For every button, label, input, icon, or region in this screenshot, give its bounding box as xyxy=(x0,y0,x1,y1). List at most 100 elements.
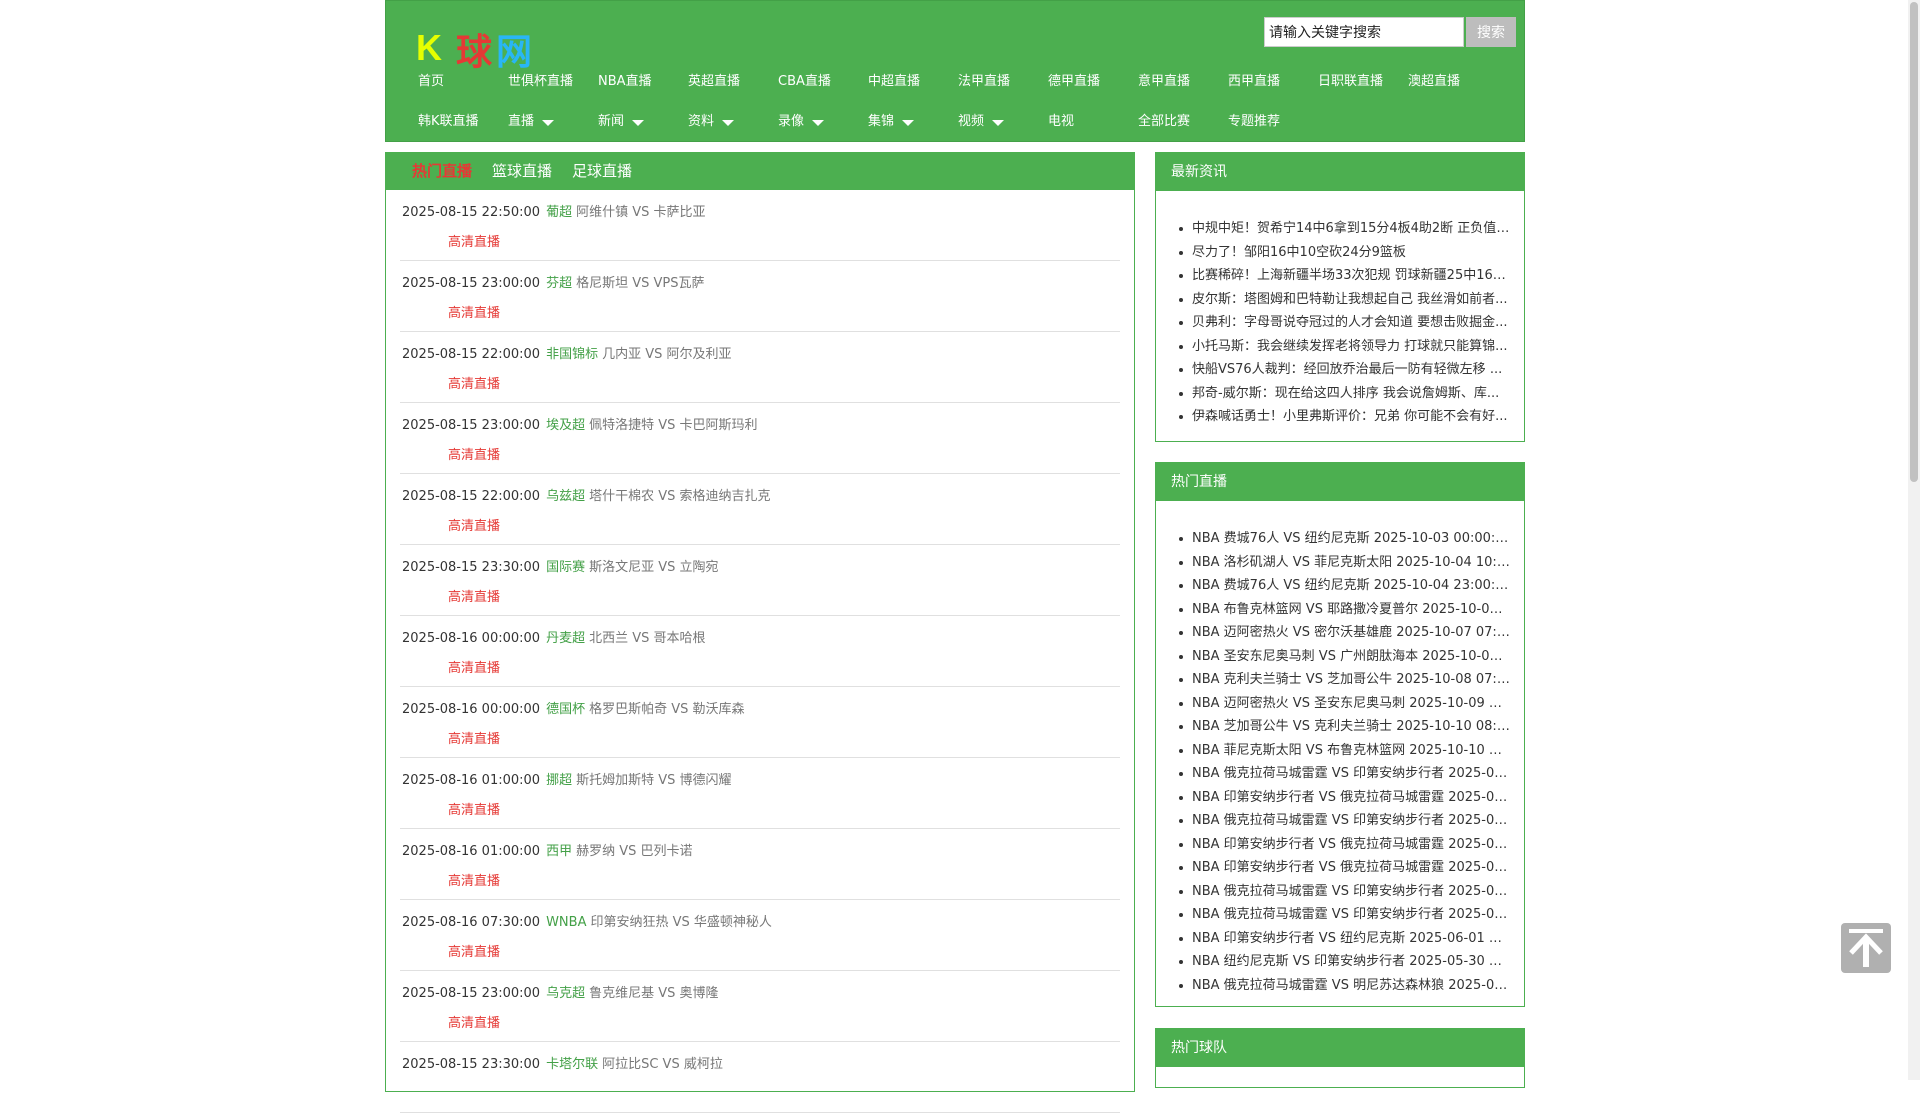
hot-live-item[interactable]: NBA 俄克拉荷马城雷霆 VS 明尼苏达森林狼 2025-05-... xyxy=(1176,974,1510,998)
hot-live-item[interactable]: NBA 芝加哥公牛 VS 克利夫兰骑士 2025-10-10 08:00... xyxy=(1176,715,1510,739)
hot-live-item[interactable]: NBA 费城76人 VS 纽约尼克斯 2025-10-03 00:00:00 xyxy=(1176,527,1510,551)
nav-data-dropdown[interactable]: 资料 xyxy=(688,111,735,133)
tab-hot-live[interactable]: 热门直播 xyxy=(412,162,472,180)
hd-live-link[interactable]: 高清直播 xyxy=(448,373,500,392)
hot-live-item[interactable]: NBA 克利夫兰骑士 VS 芝加哥公牛 2025-10-08 07:00... xyxy=(1176,668,1510,692)
match-league[interactable]: 芬超 xyxy=(546,276,572,291)
nav-club-world-cup[interactable]: 世俱杯直播 xyxy=(508,71,573,93)
hot-live-item[interactable]: NBA 印第安纳步行者 VS 俄克拉荷马城雷霆 2025-06-... xyxy=(1176,856,1510,880)
news-item[interactable]: 小托马斯：我会继续发挥老将领导力 打球就只能算锦... xyxy=(1176,335,1510,359)
nav-serie-a[interactable]: 意甲直播 xyxy=(1138,71,1190,93)
nav-j-league[interactable]: 日职联直播 xyxy=(1318,71,1383,93)
match-info: 2025-08-15 22:50:00 葡超 阿维什镇 VS 卡萨比亚 xyxy=(402,201,706,220)
hot-live-item[interactable]: NBA 印第安纳步行者 VS 俄克拉荷马城雷霆 2025-06-... xyxy=(1176,833,1510,857)
match-row: 2025-08-15 23:00:00 乌克超 鲁克维尼基 VS 奥博隆 高清直播 xyxy=(400,971,1120,1042)
match-league[interactable]: WNBA xyxy=(546,915,586,930)
nav-bundesliga[interactable]: 德甲直播 xyxy=(1048,71,1100,93)
nav-a-league[interactable]: 澳超直播 xyxy=(1408,71,1460,93)
nav-replay-dropdown[interactable]: 录像 xyxy=(778,111,825,133)
hot-live-item[interactable]: NBA 菲尼克斯太阳 VS 布鲁克林篮网 2025-10-10 20:... xyxy=(1176,739,1510,763)
hot-live-item[interactable]: NBA 迈阿密热火 VS 密尔沃基雄鹿 2025-10-07 07:30... xyxy=(1176,621,1510,645)
news-item[interactable]: 快船VS76人裁判：经回放乔治最后一防有轻微左移 ... xyxy=(1176,358,1510,382)
hd-live-link[interactable]: 高清直播 xyxy=(448,870,500,889)
search-button[interactable]: 搜索 xyxy=(1466,17,1516,47)
page-scrollbar[interactable] xyxy=(1908,0,1920,1080)
match-league[interactable]: 德国杯 xyxy=(546,702,585,717)
logo-char-qiu: 球 xyxy=(456,32,493,73)
back-to-top-button[interactable] xyxy=(1841,923,1891,973)
nav-news-label: 新闻 xyxy=(598,114,625,129)
nav-tv[interactable]: 电视 xyxy=(1048,111,1074,133)
match-league[interactable]: 非国锦标 xyxy=(546,347,598,362)
search-input[interactable] xyxy=(1264,17,1464,47)
match-league[interactable]: 埃及超 xyxy=(546,418,585,433)
match-time: 2025-08-15 22:00:00 xyxy=(402,489,541,504)
match-league[interactable]: 葡超 xyxy=(546,205,572,220)
nav-la-liga[interactable]: 西甲直播 xyxy=(1228,71,1280,93)
news-item[interactable]: 皮尔斯：塔图姆和巴特勒让我想起自己 我丝滑如前者... xyxy=(1176,288,1510,312)
hot-live-item[interactable]: NBA 布鲁克林篮网 VS 耶路撒冷夏普尔 2025-10-05 0... xyxy=(1176,598,1510,622)
news-item[interactable]: 伊森喊话勇士！小里弗斯评价：兄弟 你可能不会有好... xyxy=(1176,405,1510,429)
hot-live-item[interactable]: NBA 俄克拉荷马城雷霆 VS 印第安纳步行者 2025-06-... xyxy=(1176,809,1510,833)
hot-live-item[interactable]: NBA 洛杉矶湖人 VS 菲尼克斯太阳 2025-10-04 10:00... xyxy=(1176,551,1510,575)
hot-live-item[interactable]: NBA 印第安纳步行者 VS 俄克拉荷马城雷霆 2025-06-... xyxy=(1176,786,1510,810)
hd-live-link[interactable]: 高清直播 xyxy=(448,941,500,960)
match-list-panel: 热门直播 篮球直播 足球直播 2025-08-15 22:50:00 葡超 阿维什镇… xyxy=(385,152,1135,1113)
nav-nba[interactable]: NBA直播 xyxy=(598,71,652,93)
hot-live-item[interactable]: NBA 俄克拉荷马城雷霆 VS 印第安纳步行者 2025-06-... xyxy=(1176,762,1510,786)
match-league[interactable]: 挪超 xyxy=(546,773,572,788)
hd-live-link[interactable]: 高清直播 xyxy=(448,657,500,676)
site-logo[interactable]: K 球 网 xyxy=(416,23,546,73)
hd-live-link[interactable]: 高清直播 xyxy=(448,231,500,250)
nav-csl[interactable]: 中超直播 xyxy=(868,71,920,93)
match-league[interactable]: 国际赛 xyxy=(546,560,585,575)
hot-live-item[interactable]: NBA 纽约尼克斯 VS 印第安纳步行者 2025-05-30 08:... xyxy=(1176,950,1510,974)
hot-live-item[interactable]: NBA 俄克拉荷马城雷霆 VS 印第安纳步行者 2025-06-... xyxy=(1176,880,1510,904)
match-league[interactable]: 西甲 xyxy=(546,844,572,859)
hd-live-link[interactable]: 高清直播 xyxy=(448,799,500,818)
nav-highlights-dropdown[interactable]: 集锦 xyxy=(868,111,915,133)
news-item[interactable]: 贝弗利：字母哥说夺冠过的人才会知道 要想击败掘金... xyxy=(1176,311,1510,335)
match-league[interactable]: 丹麦超 xyxy=(546,631,585,646)
nav-all-matches[interactable]: 全部比赛 xyxy=(1138,111,1190,133)
nav-ligue1[interactable]: 法甲直播 xyxy=(958,71,1010,93)
hd-live-link[interactable]: 高清直播 xyxy=(448,302,500,321)
news-item[interactable]: 比赛稀碎！上海新疆半场33次犯规 罚球新疆25中16&... xyxy=(1176,264,1510,288)
tab-basketball-live[interactable]: 篮球直播 xyxy=(492,162,552,180)
logo-char-wang: 网 xyxy=(496,32,533,73)
latest-news-box: 最新资讯 中规中矩！贺希宁14中6拿到15分4板4助2断 正负值+15 尽力了！… xyxy=(1155,152,1525,442)
hd-live-link[interactable]: 高清直播 xyxy=(448,586,500,605)
hot-live-list: NBA 费城76人 VS 纽约尼克斯 2025-10-03 00:00:00 N… xyxy=(1156,501,1524,997)
nav-live-dropdown[interactable]: 直播 xyxy=(508,111,555,133)
hd-live-link[interactable]: 高清直播 xyxy=(448,444,500,463)
nav-k-league[interactable]: 韩K联直播 xyxy=(418,111,479,133)
hd-live-link[interactable]: 高清直播 xyxy=(448,1012,500,1031)
match-league[interactable]: 乌兹超 xyxy=(546,489,585,504)
news-item[interactable]: 中规中矩！贺希宁14中6拿到15分4板4助2断 正负值+15 xyxy=(1176,217,1510,241)
news-item[interactable]: 尽力了！邹阳16中10空砍24分9篮板 xyxy=(1176,241,1510,265)
hd-live-link[interactable]: 高清直播 xyxy=(448,515,500,534)
match-time: 2025-08-15 23:00:00 xyxy=(402,276,541,291)
tab-football-live[interactable]: 足球直播 xyxy=(572,162,632,180)
hot-live-item[interactable]: NBA 费城76人 VS 纽约尼克斯 2025-10-04 23:00:00 xyxy=(1176,574,1510,598)
nav-video-dropdown[interactable]: 视频 xyxy=(958,111,1005,133)
news-item[interactable]: 邦奇-威尔斯：现在给这四人排序 我会说詹姆斯、库... xyxy=(1176,382,1510,406)
match-info: 2025-08-16 00:00:00 德国杯 格罗巴斯帕奇 VS 勒沃库森 xyxy=(402,698,745,717)
nav-featured[interactable]: 专题推荐 xyxy=(1228,111,1280,133)
match-league[interactable]: 乌克超 xyxy=(546,986,585,1001)
hot-live-item[interactable]: NBA 俄克拉荷马城雷霆 VS 印第安纳步行者 2025-06-... xyxy=(1176,903,1510,927)
nav-premier-league[interactable]: 英超直播 xyxy=(688,71,740,93)
nav-news-dropdown[interactable]: 新闻 xyxy=(598,111,645,133)
hot-live-item[interactable]: NBA 圣安东尼奥马刺 VS 广州朗肽海本 2025-10-07 0... xyxy=(1176,645,1510,669)
hd-live-link[interactable]: 高清直播 xyxy=(448,728,500,747)
hot-live-item[interactable]: NBA 印第安纳步行者 VS 纽约尼克斯 2025-06-01 08:... xyxy=(1176,927,1510,951)
nav-home[interactable]: 首页 xyxy=(418,71,444,93)
match-info: 2025-08-15 23:00:00 乌克超 鲁克维尼基 VS 奥博隆 xyxy=(402,982,719,1001)
nav-live-label: 直播 xyxy=(508,114,535,129)
match-league[interactable]: 卡塔尔联 xyxy=(546,1057,598,1072)
hot-live-item[interactable]: NBA 迈阿密热火 VS 圣安东尼奥马刺 2025-10-09 07:... xyxy=(1176,692,1510,716)
nav-cba[interactable]: CBA直播 xyxy=(778,71,831,93)
chevron-down-icon xyxy=(722,119,735,126)
scrollbar-thumb[interactable] xyxy=(1910,2,1918,482)
chevron-down-icon xyxy=(542,119,555,126)
